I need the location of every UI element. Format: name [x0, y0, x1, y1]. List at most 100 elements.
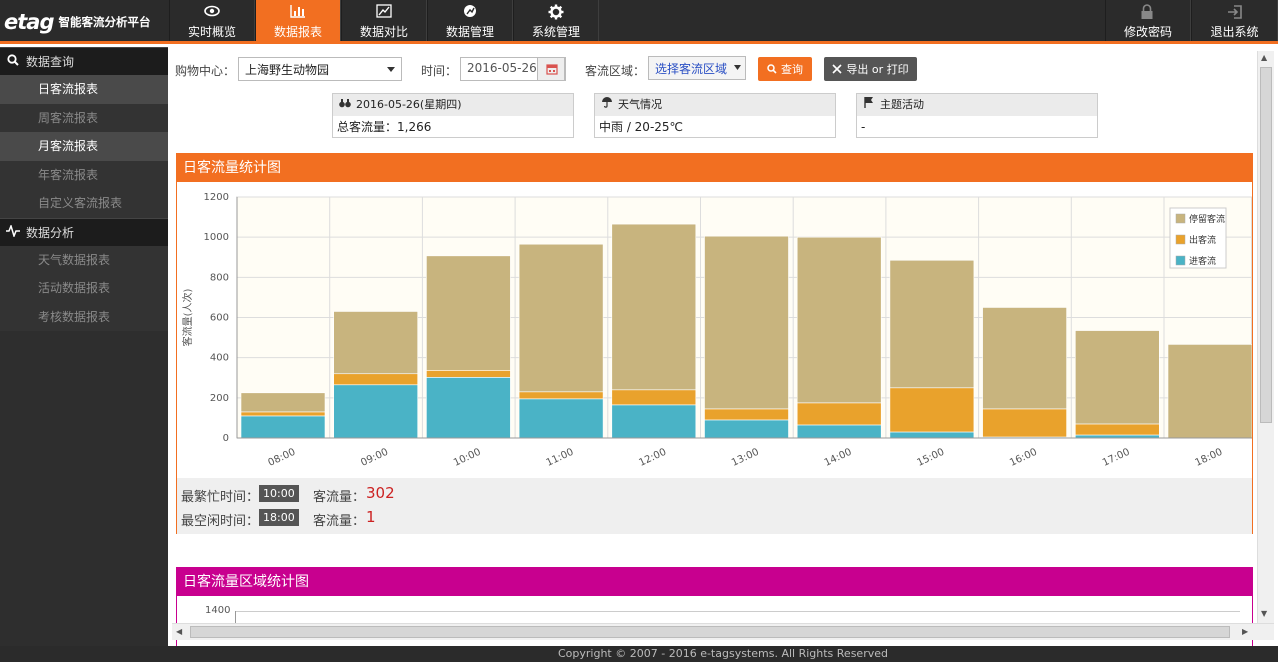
sidebar-item-yearly[interactable]: 年客流报表: [0, 160, 168, 189]
calendar-button[interactable]: [537, 57, 565, 81]
footer: Copyright © 2007 - 2016 e-tagsystems. Al…: [168, 646, 1278, 662]
binoculars-icon: [339, 99, 351, 108]
x-tick-label: 15:00: [915, 447, 946, 469]
nav-change-password[interactable]: 修改密码: [1105, 0, 1191, 41]
x-tick-label: 17:00: [1101, 447, 1132, 469]
nav-label: 实时概览: [187, 25, 236, 39]
area-select[interactable]: 选择客流区域: [648, 56, 746, 80]
bar-segment: [889, 387, 975, 433]
eye-icon: [204, 5, 220, 17]
nav-data-manage[interactable]: 数据管理: [427, 0, 513, 41]
nav-system[interactable]: 系统管理: [513, 0, 599, 41]
query-button-label: 查询: [781, 63, 803, 76]
idlest-time-badge: 18:00: [259, 509, 299, 526]
idlest-label: 最空闲时间：: [181, 514, 260, 529]
scroll-up-arrow-icon[interactable]: ▲: [1261, 53, 1267, 62]
y-tick-label: 400: [210, 353, 229, 364]
y-tick-label: 600: [210, 313, 229, 324]
area-chart-ytick: 1400: [205, 605, 231, 616]
sidebar-item-weather[interactable]: 天气数据报表: [0, 245, 168, 274]
vertical-scrollbar[interactable]: ▲ ▼: [1257, 51, 1274, 623]
area-select-value: 选择客流区域: [655, 62, 728, 76]
logo-mark: etag: [4, 10, 54, 34]
bar-segment: [240, 415, 326, 439]
scroll-down-arrow-icon[interactable]: ▼: [1261, 609, 1267, 618]
compare-icon: [376, 4, 392, 18]
y-tick-label: 800: [210, 272, 229, 283]
scroll-right-arrow-icon[interactable]: ▶: [1242, 627, 1248, 636]
sidebar-item-daily[interactable]: 日客流报表: [0, 75, 168, 104]
bar-segment: [796, 424, 882, 439]
query-button[interactable]: 查询: [758, 57, 812, 81]
sidebar-section-query[interactable]: 数据查询: [0, 47, 168, 75]
nav-reports[interactable]: 数据报表: [255, 0, 341, 41]
nav-label: 系统管理: [531, 25, 580, 39]
bar-segment: [796, 402, 882, 426]
app-title: 智能客流分析平台: [58, 15, 151, 29]
app-logo[interactable]: etag 智能客流分析平台: [0, 0, 168, 44]
y-axis-label: 客流量(人次): [181, 289, 194, 347]
scroll-left-arrow-icon[interactable]: ◀: [176, 627, 182, 636]
mall-select[interactable]: 上海野生动物园: [238, 57, 402, 81]
bar-segment: [426, 377, 511, 439]
logout-icon: [1227, 5, 1242, 19]
search-icon: [767, 64, 777, 74]
weather-info-header: 天气情况: [595, 94, 835, 116]
sidebar-item-activity[interactable]: 活动数据报表: [0, 274, 168, 303]
y-tick-label: 0: [223, 433, 229, 444]
sidebar-section-label: 数据查询: [26, 55, 75, 69]
horizontal-scroll-thumb[interactable]: [190, 626, 1230, 638]
nav-realtime[interactable]: 实时概览: [169, 0, 255, 41]
total-flow-text: 总客流量：1,266: [337, 120, 432, 134]
y-tick-label: 1000: [204, 232, 229, 243]
chevron-down-icon: [734, 65, 741, 70]
busiest-count-value: 302: [366, 484, 395, 502]
date-input-value: 2016-05-26: [467, 61, 537, 75]
umbrella-icon: [602, 97, 612, 108]
x-tick-label: 09:00: [359, 447, 390, 469]
time-label: 时间：: [421, 64, 458, 78]
sidebar-item-weekly[interactable]: 周客流报表: [0, 103, 168, 132]
sidebar-section-label: 数据分析: [26, 225, 75, 240]
mall-select-value: 上海野生动物园: [245, 63, 330, 77]
legend-label: 停留客流: [1189, 213, 1225, 225]
vertical-scroll-thumb[interactable]: [1260, 67, 1272, 423]
bar-segment: [518, 243, 604, 393]
calendar-icon: [546, 64, 558, 75]
weather-info-title: 天气情况: [618, 98, 662, 111]
y-tick-label: 200: [210, 393, 229, 404]
horizontal-scrollbar[interactable]: ◀ ▶: [172, 623, 1274, 640]
area-chart-gridline: [235, 611, 1240, 612]
x-tick-label: 11:00: [545, 447, 576, 469]
nav-compare[interactable]: 数据对比: [341, 0, 427, 41]
nav-logout[interactable]: 退出系统: [1191, 0, 1278, 41]
sidebar-section-analysis[interactable]: 数据分析: [0, 217, 168, 246]
busiest-count-label: 客流量：: [313, 490, 366, 505]
activity-info-box: 主题活动 -: [856, 93, 1098, 138]
idlest-count-label: 客流量：: [313, 514, 366, 529]
bar-segment: [426, 370, 511, 378]
bar-segment: [1167, 344, 1252, 439]
daily-flow-chart: 0 200 400 600 800 1000 1200 08:00 09:00 10:00 11:0…: [181, 192, 1252, 469]
export-button[interactable]: 导出 or 打印: [824, 57, 917, 81]
pulse-icon: [6, 223, 20, 240]
sidebar-item-custom[interactable]: 自定义客流报表: [0, 189, 168, 218]
bar-segment: [426, 255, 511, 371]
tools-icon: [832, 64, 842, 74]
legend-label: 出客流: [1189, 234, 1216, 246]
gear-icon: [548, 4, 564, 20]
legend-label: 进客流: [1189, 255, 1216, 267]
sidebar-item-assessment[interactable]: 考核数据报表: [0, 302, 168, 331]
lock-icon: [1141, 4, 1153, 19]
legend-swatch: [1175, 255, 1186, 266]
x-tick-label: 12:00: [637, 447, 668, 469]
bar-segment: [333, 373, 418, 386]
bar-segment: [1074, 330, 1160, 425]
manage-icon: [464, 5, 476, 17]
weather-info-box: 天气情况 中雨 / 20-25℃: [594, 93, 836, 138]
bar-segment: [333, 384, 418, 439]
activity-info-title: 主题活动: [880, 98, 924, 111]
sidebar-item-monthly[interactable]: 月客流报表: [0, 132, 168, 161]
activity-info-header: 主题活动: [857, 94, 1097, 116]
area-flow-panel-title: 日客流量区域统计图: [177, 568, 1252, 596]
